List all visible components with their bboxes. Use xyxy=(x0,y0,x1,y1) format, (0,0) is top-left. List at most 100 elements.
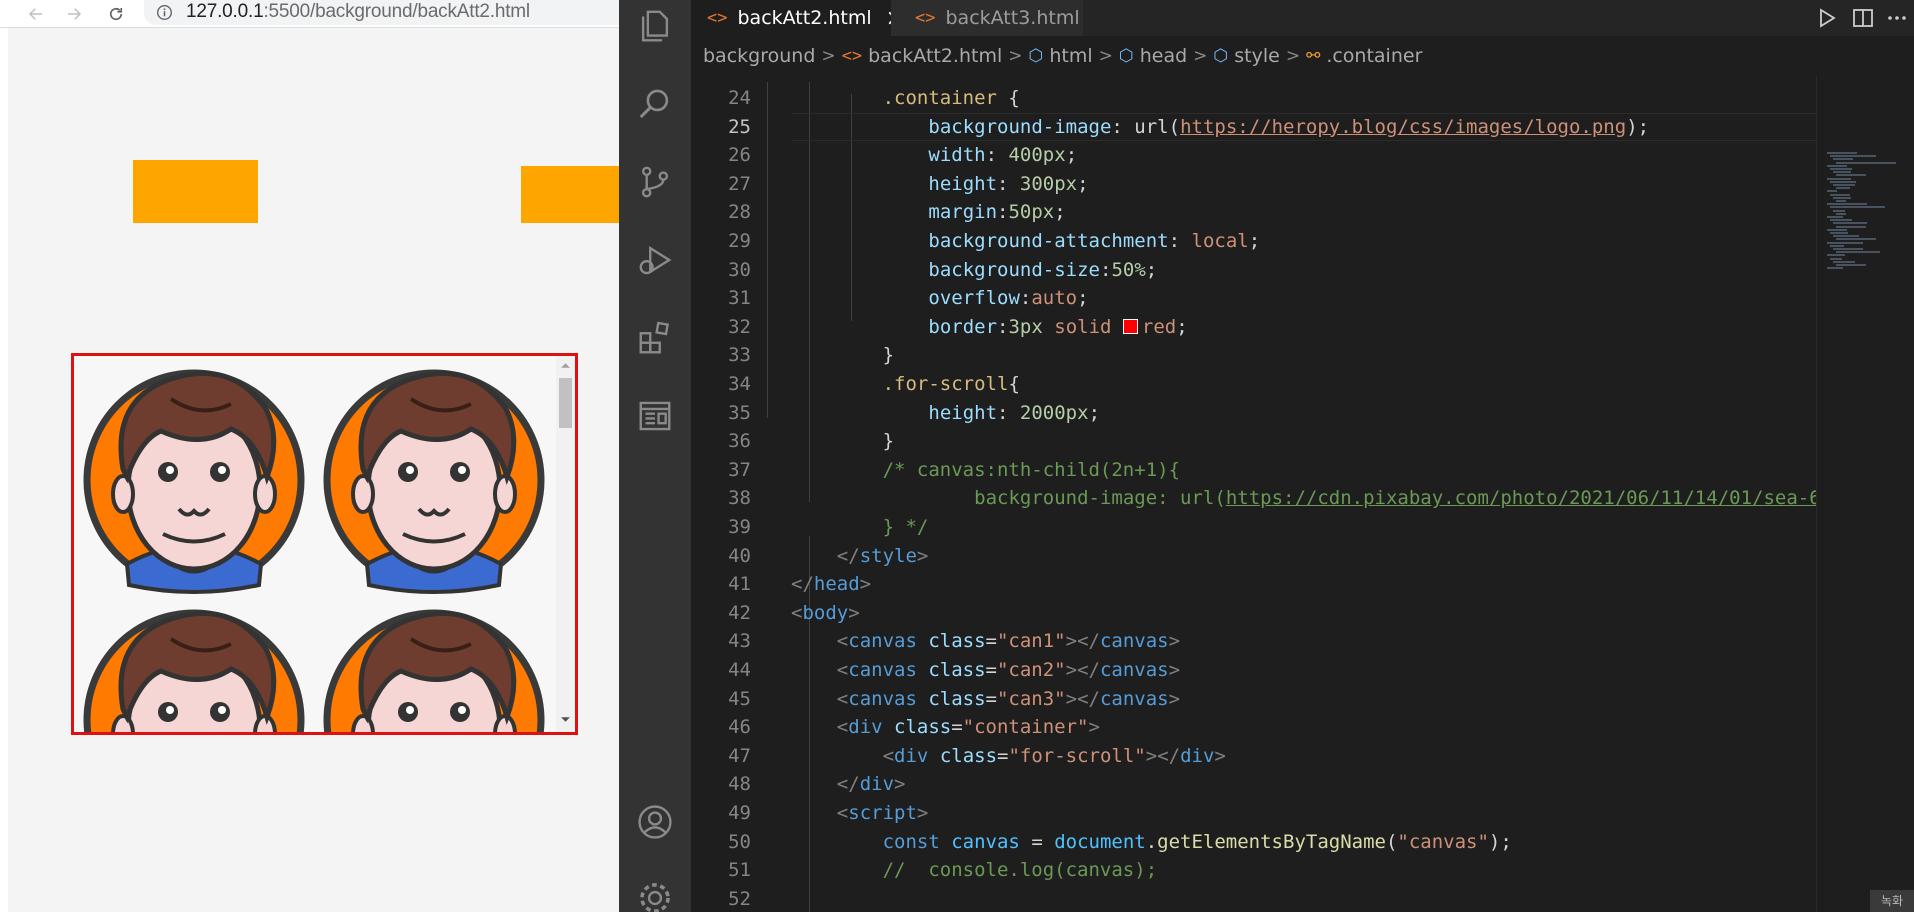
breadcrumb-item[interactable]: .container xyxy=(1326,45,1422,67)
line-number: 45 xyxy=(728,687,751,710)
reload-icon[interactable] xyxy=(104,2,128,26)
code-line[interactable]: 25 background-image: url(https://heropy.b… xyxy=(691,112,1816,142)
code-line[interactable]: 46 <div class="container"> xyxy=(691,713,1816,742)
code-line[interactable]: 29 background-attachment: local; xyxy=(691,227,1816,256)
code-line[interactable]: 39} */ xyxy=(691,513,1816,542)
code-line[interactable]: 42 <body> xyxy=(691,599,1816,628)
code-text: </style> xyxy=(837,542,929,571)
code-line[interactable]: 30 background-size:50%; xyxy=(691,256,1816,285)
line-number: 51 xyxy=(728,859,751,882)
code-token: "canvas" xyxy=(1397,830,1489,853)
code-token: width xyxy=(928,144,986,167)
code-line[interactable]: 34 .for-scroll{ xyxy=(691,370,1816,399)
code-line[interactable]: 49 <script> xyxy=(691,799,1816,828)
code-line[interactable]: 41 </head> xyxy=(691,570,1816,599)
info-icon[interactable] xyxy=(156,4,173,21)
code-line[interactable]: 48 </div> xyxy=(691,770,1816,799)
breadcrumb-item[interactable]: style xyxy=(1234,45,1280,67)
breadcrumb-item[interactable]: background xyxy=(703,45,815,67)
more-actions-icon[interactable] xyxy=(1885,6,1909,30)
back-arrow-icon[interactable] xyxy=(24,2,48,26)
source-control-icon[interactable] xyxy=(633,160,677,204)
code-text: } xyxy=(883,341,894,370)
code-token: .for-scroll xyxy=(882,373,1009,395)
code-token: overflow xyxy=(928,287,1020,310)
code-line[interactable]: 50 const canvas = document.getElementsByT… xyxy=(691,828,1816,857)
minimap-line xyxy=(1836,187,1850,190)
code-token: ></ xyxy=(1145,744,1181,767)
code-token: class xyxy=(916,687,986,710)
extensions-icon[interactable] xyxy=(633,316,677,360)
code-line[interactable]: 35 height: 2000px; xyxy=(691,399,1816,428)
minimap-line xyxy=(1830,219,1852,222)
run-debug-icon[interactable] xyxy=(633,238,677,282)
address-bar[interactable]: 127.0.0.1:5500/background/backAtt2.html xyxy=(144,0,619,25)
minimap-line xyxy=(1836,251,1880,254)
minimap-line xyxy=(1827,254,1845,257)
tab-backatt2[interactable]: <> backAtt2.html × xyxy=(691,0,904,36)
forward-arrow-icon[interactable] xyxy=(62,2,86,26)
code-token: getElementsByTagName xyxy=(1157,830,1386,853)
minimap-line xyxy=(1827,152,1857,154)
code-editor[interactable]: 24 .container {25 background-image: url(ht… xyxy=(691,76,1816,912)
files-icon[interactable] xyxy=(633,4,677,48)
minimap-line xyxy=(1830,257,1842,260)
scrollbar-thumb[interactable] xyxy=(559,378,572,428)
scroll-up-arrow-icon[interactable] xyxy=(560,360,571,371)
code-token: head xyxy=(813,573,860,596)
code-line[interactable]: 24 .container { xyxy=(691,84,1816,113)
code-line[interactable]: 38 background-image: url(https://cdn.pix… xyxy=(691,484,1816,513)
line-number: 25 xyxy=(728,115,751,138)
color-swatch[interactable] xyxy=(1122,318,1138,334)
code-line[interactable]: 37 /* canvas:nth-child(2n+1){ xyxy=(691,456,1816,485)
tab-backatt3[interactable]: <> backAtt3.html xyxy=(891,0,1083,36)
code-line[interactable]: 45 <canvas class="can3"></canvas> xyxy=(691,685,1816,714)
scroll-down-arrow-icon[interactable] xyxy=(560,714,571,725)
breadcrumb: background > <> backAtt2.html > ⬡ html > ⬡ hea… xyxy=(691,36,1914,76)
settings-gear-icon[interactable] xyxy=(633,876,677,912)
line-number: 52 xyxy=(728,887,751,910)
code-token: : xyxy=(997,315,1009,338)
code-line[interactable]: 47 <div class="for-scroll"></div> xyxy=(691,742,1816,771)
code-token: > xyxy=(1168,659,1181,681)
code-line[interactable]: 27 height: 300px; xyxy=(691,170,1816,199)
code-token: : xyxy=(997,401,1020,424)
code-token: background-size xyxy=(928,258,1100,281)
minimap[interactable] xyxy=(1816,76,1914,912)
code-token: = xyxy=(985,630,997,653)
split-editor-icon[interactable] xyxy=(1851,6,1875,30)
code-text: <script> xyxy=(837,799,929,828)
scroll-container[interactable] xyxy=(71,353,578,735)
url-text[interactable]: 127.0.0.1:5500/background/backAtt2.html xyxy=(186,1,530,23)
breadcrumb-item[interactable]: backAtt2.html xyxy=(868,45,1002,67)
code-text: <canvas class="can1"></canvas> xyxy=(837,627,1180,656)
code-line[interactable]: 40 </style> xyxy=(691,542,1816,571)
breadcrumb-item[interactable]: head xyxy=(1140,45,1187,67)
minimap-line xyxy=(1827,177,1851,180)
code-line[interactable]: 51 // console.log(canvas); xyxy=(691,856,1816,885)
account-icon[interactable] xyxy=(633,800,677,844)
code-token: </ xyxy=(791,573,814,596)
browser-preview-icon[interactable] xyxy=(633,394,677,438)
code-token: : xyxy=(985,144,1009,167)
code-line[interactable]: 26 width: 400px; xyxy=(691,141,1816,170)
code-line[interactable]: 32 border:3px solid red; xyxy=(691,313,1816,342)
code-line[interactable]: 28 margin:50px; xyxy=(691,198,1816,227)
code-token: : xyxy=(1019,287,1032,310)
code-line[interactable]: 52 xyxy=(691,885,1816,912)
line-number: 44 xyxy=(728,659,751,681)
code-line[interactable]: 43 <canvas class="can1"></canvas> xyxy=(691,627,1816,656)
minimap-line xyxy=(1833,222,1867,225)
breadcrumb-item[interactable]: html xyxy=(1049,45,1092,67)
code-line[interactable]: 33} xyxy=(691,341,1816,370)
minimap-line xyxy=(1836,174,1866,177)
container-scrollbar[interactable] xyxy=(556,356,575,732)
code-line[interactable]: 31 overflow:auto; xyxy=(691,284,1816,313)
code-token: canvas xyxy=(1099,630,1169,653)
search-icon[interactable] xyxy=(633,82,677,126)
browser-toolbar: 127.0.0.1:5500/background/backAtt2.html xyxy=(0,0,619,28)
code-line[interactable]: 44 <canvas class="can2"></canvas> xyxy=(691,656,1816,685)
run-icon[interactable] xyxy=(1815,6,1839,30)
code-line[interactable]: 36} xyxy=(691,427,1816,456)
minimap-line xyxy=(1830,168,1852,170)
